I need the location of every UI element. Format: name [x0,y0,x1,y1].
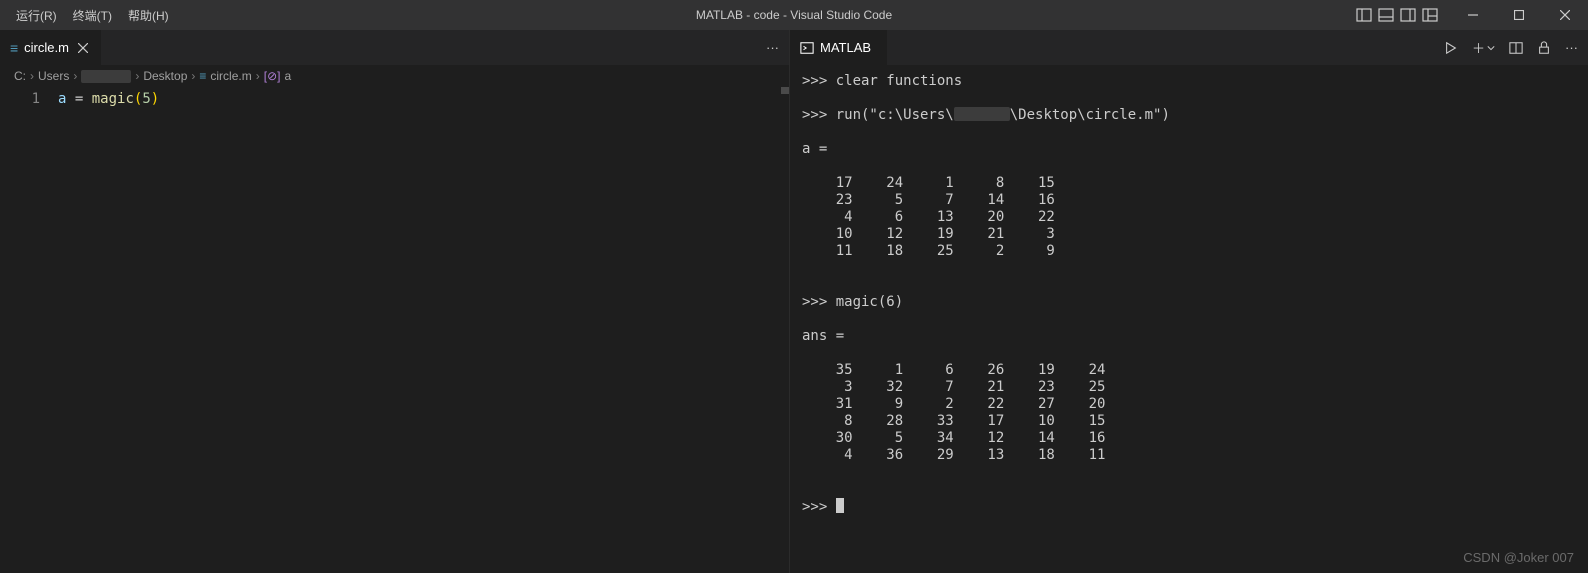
add-icon[interactable]: ＋ [1472,38,1495,57]
more-icon[interactable]: ··· [1565,40,1578,55]
chevron-down-icon [1487,44,1495,52]
chevron-right-icon: › [30,69,34,83]
lock-icon[interactable] [1537,41,1551,55]
tab-circle-m[interactable]: ≡ circle.m [0,30,101,65]
window-controls [1450,0,1588,30]
breadcrumb-seg[interactable]: Desktop [143,69,187,83]
breadcrumb-seg[interactable]: circle.m [210,69,251,83]
tab-matlab-terminal[interactable]: MATLAB [790,30,887,65]
maximize-button[interactable] [1496,0,1542,30]
code-line: a = magic(5) [58,89,789,109]
window-title: MATLAB - code - Visual Studio Code [696,8,892,22]
menu-bar: 运行(R) 终端(T) 帮助(H) [0,3,177,28]
redacted-user [954,107,1010,121]
main-split: ≡ circle.m ··· C: › Users › › Desktop › ≡ c… [0,30,1588,573]
minimize-button[interactable] [1450,0,1496,30]
layout-panel-left-icon[interactable] [1356,7,1372,23]
editor-tabbar: ≡ circle.m ··· [0,30,789,65]
layout-panel-bottom-icon[interactable] [1378,7,1394,23]
tab-label: MATLAB [820,40,871,55]
titlebar: 运行(R) 终端(T) 帮助(H) MATLAB - code - Visual… [0,0,1588,30]
title-right [1356,0,1588,30]
terminal-pane: MATLAB ＋ ··· >>> clear functions >>> run… [790,30,1588,573]
code-area[interactable]: a = magic(5) [58,89,789,573]
chevron-right-icon: › [135,69,139,83]
editor-pane: ≡ circle.m ··· C: › Users › › Desktop › ≡ c… [0,30,790,573]
gutter: 1 [0,89,58,573]
close-icon[interactable] [75,40,91,56]
breadcrumb-seg[interactable]: C: [14,69,26,83]
breadcrumb-redacted [81,70,131,83]
terminal-cursor [836,498,844,513]
layout-panel-right-icon[interactable] [1400,7,1416,23]
more-icon[interactable]: ··· [766,40,779,55]
breadcrumb-seg[interactable]: a [284,69,291,83]
matlab-file-icon: ≡ [10,40,18,56]
chevron-right-icon: › [256,69,260,83]
menu-help[interactable]: 帮助(H) [120,3,177,28]
minimap[interactable] [781,87,789,94]
terminal-output[interactable]: >>> clear functions >>> run("c:\Users\\D… [790,65,1588,573]
tab-label: circle.m [24,40,69,55]
breadcrumb-seg[interactable]: Users [38,69,69,83]
editor-tab-actions: ··· [766,40,779,55]
line-number: 1 [0,89,40,109]
layout-customize-icon[interactable] [1422,7,1438,23]
menu-terminal[interactable]: 终端(T) [65,3,120,28]
breadcrumb[interactable]: C: › Users › › Desktop › ≡ circle.m › [⊘] a [0,65,789,87]
split-editor-icon[interactable] [1509,41,1523,55]
chevron-right-icon: › [191,69,195,83]
editor[interactable]: 1 a = magic(5) [0,87,789,573]
terminal-run-icon [800,41,814,55]
menu-run[interactable]: 运行(R) [8,3,65,28]
terminal-tabbar: MATLAB ＋ ··· [790,30,1588,65]
run-icon[interactable] [1444,41,1458,55]
layout-icons [1356,7,1450,23]
matlab-file-icon: ≡ [199,69,206,83]
terminal-tab-actions: ＋ ··· [1444,38,1578,57]
close-button[interactable] [1542,0,1588,30]
chevron-right-icon: › [73,69,77,83]
watermark: CSDN @Joker 007 [1463,550,1574,565]
symbol-variable-icon: [⊘] [264,69,281,83]
